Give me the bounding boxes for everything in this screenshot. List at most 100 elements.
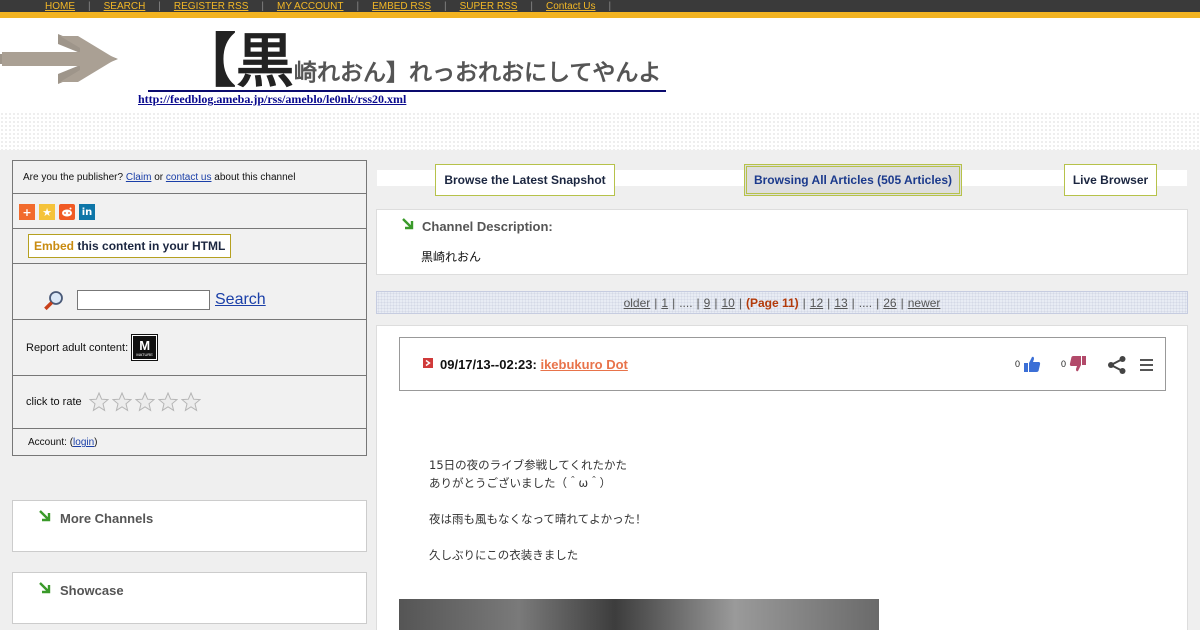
rating-star-icon[interactable] [88,392,109,412]
channel-description-text: 黒崎れおん [421,250,482,264]
pager-separator: | [696,295,700,310]
nav-separator: | [158,0,161,12]
contact-us-link[interactable]: contact us [166,172,212,183]
article-line [429,492,647,510]
dislike-count: 0 [1061,359,1067,369]
nav-separator: | [356,0,360,12]
search-row: Search [13,264,366,320]
article-photo [399,599,879,630]
about-channel-text: about this channel [214,172,296,183]
top-nav: HOME | SEARCH | REGISTER RSS | MY ACCOUNT | … [45,0,624,12]
nav-home[interactable]: HOME [45,1,75,12]
pager-page-1[interactable]: 1 [661,296,668,310]
nav-super-rss[interactable]: SUPER RSS [460,1,518,12]
pager-separator: | [672,295,676,310]
article-line: 15日の夜のライブ参戦してくれたかた [429,458,627,472]
pager-newer[interactable]: newer [908,296,941,310]
publisher-question: Are you the publisher? [23,172,124,183]
nav-separator: | [444,0,447,12]
tab-all-articles[interactable]: Browsing All Articles (505 Articles) [744,164,962,196]
tab-live-browser[interactable]: Live Browser [1064,164,1157,196]
or-text: or [154,172,164,183]
share-icon[interactable] [1107,355,1127,375]
article-date: 09/17/13--02:23: [440,357,541,372]
pager-page-26[interactable]: 26 [883,296,896,310]
channel-description-title: Channel Description: [422,219,553,234]
channel-description-box: Channel Description: 黒崎れおん [376,209,1188,275]
rating-star-icon[interactable] [111,392,132,412]
search-input[interactable] [77,289,210,310]
embed-row: Embed this content in your HTML [13,229,366,264]
pager-page-12[interactable]: 12 [810,296,823,310]
article-card: 09/17/13--02:23: ikebukuro Dot 0 0 15日の夜… [376,325,1188,630]
linkedin-icon[interactable]: in [79,204,95,220]
embed-content-button[interactable]: Embed this content in your HTML [28,234,232,258]
dislike-vote[interactable]: 0 [1061,355,1087,373]
pager-page-13[interactable]: 13 [834,296,847,310]
reddit-icon[interactable] [59,204,75,220]
arrow-right-icon [0,34,118,84]
rating-star-icon[interactable] [157,392,178,412]
red-bullet-icon [423,358,433,368]
channel-title-link[interactable]: 【黒 崎れおん】れっおれおにしてやんよ [148,30,666,92]
addthis-plus-icon[interactable]: + [19,204,35,220]
pager-separator: | [802,295,806,310]
article-line: 久しぶりにこの衣装きました [429,548,579,562]
pager-ellipsis: .... [679,295,693,310]
green-arrow-icon [39,510,51,522]
report-adult-row: Report adult content: M MATURE [13,320,366,376]
pager-separator: | [900,295,904,310]
pager-separator: | [714,295,718,310]
rating-star-icon[interactable] [180,392,201,412]
account-row: Account: (login) [13,429,366,455]
pager-page-9[interactable]: 9 [704,296,711,310]
showcase-box[interactable]: Showcase [12,572,367,624]
nav-contact-us[interactable]: Contact Us [546,1,595,12]
nav-separator: | [261,0,264,12]
report-adult-label: Report adult content: [26,341,129,354]
publisher-claim-row: Are you the publisher? Claim or contact … [13,161,366,194]
embed-highlight: Embed [34,239,75,253]
like-vote[interactable]: 0 [1015,355,1041,373]
article-header: 09/17/13--02:23: ikebukuro Dot 0 0 [399,337,1166,391]
login-link[interactable]: login [73,437,94,448]
thumbs-up-icon[interactable] [1023,355,1041,373]
share-row: + ★ in [13,194,366,229]
feed-url-link[interactable]: http://feedblog.ameba.jp/rss/ameblo/le0n… [138,92,406,107]
click-to-rate-label: click to rate [26,396,82,408]
pager-page-10[interactable]: 10 [721,296,734,310]
favorite-star-icon[interactable]: ★ [39,204,55,220]
article-body: 15日の夜のライブ参戦してくれたかた ありがとうございました（＾ω＾） 夜は雨も… [429,456,647,564]
showcase-label: Showcase [60,583,124,598]
embed-rest: this content in your HTML [74,239,226,253]
mature-badge-text: MATURE [136,351,153,357]
tab-latest-snapshot[interactable]: Browse the Latest Snapshot [435,164,615,196]
sidebar: Are you the publisher? Claim or contact … [12,160,367,456]
hamburger-menu-icon[interactable] [1140,358,1153,372]
article-line: ありがとうございました（＾ω＾） [429,476,612,490]
magnifier-search-icon[interactable] [43,289,65,311]
rating-star-icon[interactable] [134,392,155,412]
nav-embed-rss[interactable]: EMBED RSS [372,1,431,12]
pagination: older | 1 | .... | 9 | 10 | (Page 11) | 12 | 13… [376,291,1188,314]
pager-current-page: (Page 11) [745,295,799,310]
pager-separator: | [851,295,855,310]
green-arrow-icon [39,582,51,594]
claim-link[interactable]: Claim [126,172,152,183]
thumbs-down-icon[interactable] [1069,355,1087,373]
more-channels-box[interactable]: More Channels [12,500,367,552]
article-title-link[interactable]: ikebukuro Dot [540,357,627,372]
search-button[interactable]: Search [215,291,266,309]
green-arrow-icon [402,218,414,230]
like-count: 0 [1015,359,1021,369]
nav-register-rss[interactable]: REGISTER RSS [174,1,248,12]
pager-separator: | [876,295,880,310]
pager-separator: | [738,295,742,310]
nav-search[interactable]: SEARCH [104,1,146,12]
nav-my-account[interactable]: MY ACCOUNT [277,1,344,12]
pager-older[interactable]: older [624,296,651,310]
nav-separator: | [530,0,534,12]
article-line: 夜は雨も風もなくなって晴れてよかった！ [429,512,647,526]
mature-rating-badge[interactable]: M MATURE [131,334,159,361]
pager-separator: | [654,295,658,310]
